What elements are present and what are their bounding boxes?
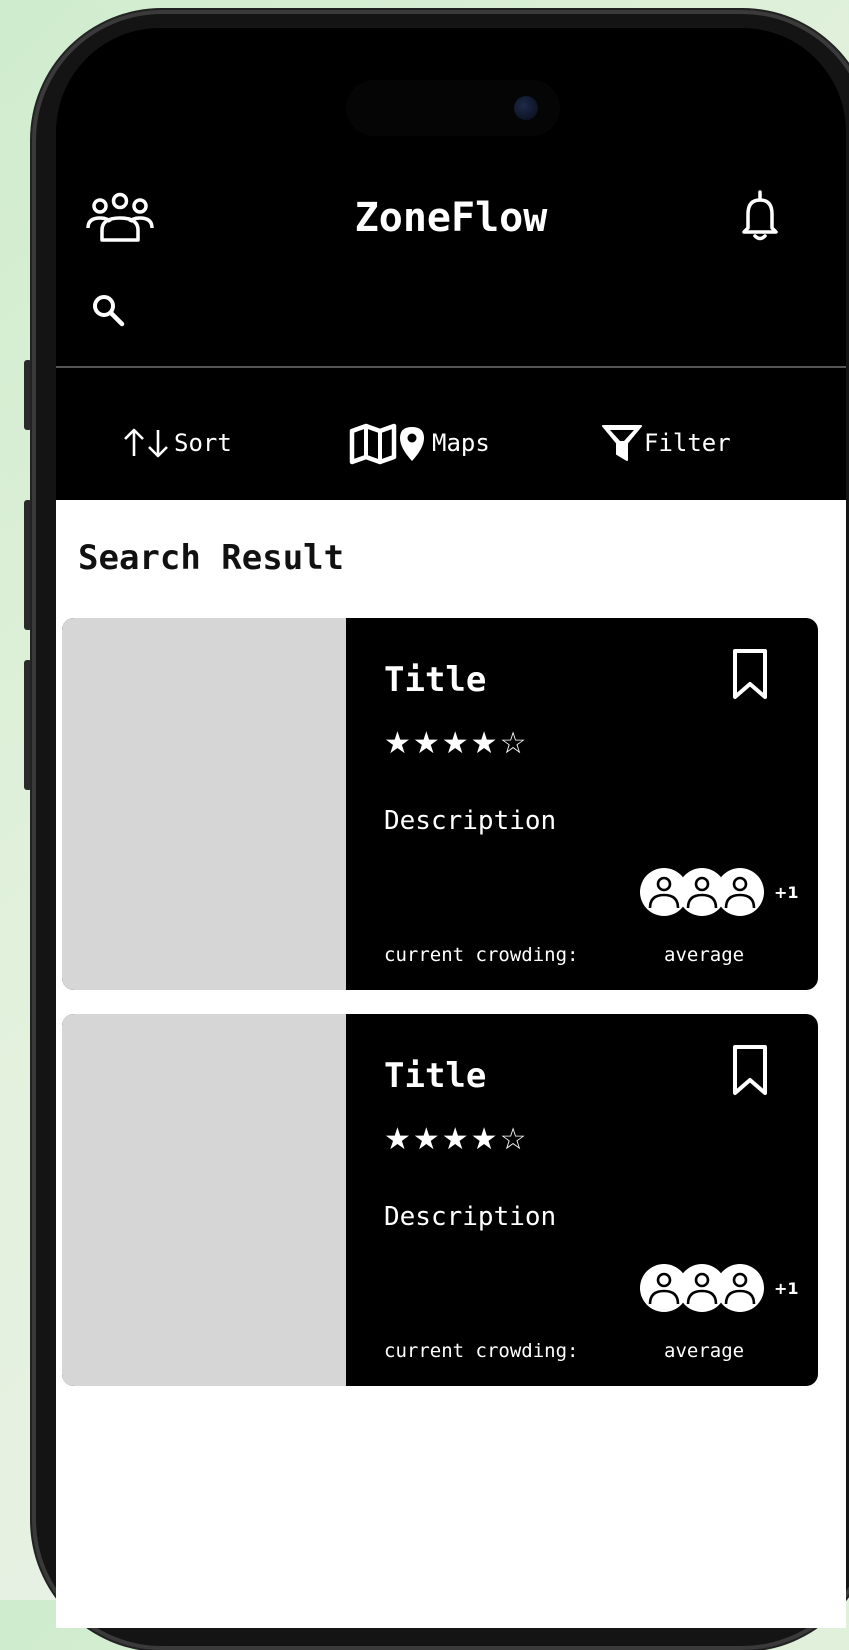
- result-card[interactable]: Title ★★★★☆ Description +1 current crowd…: [62, 618, 818, 990]
- header-divider: [56, 366, 846, 368]
- card-image-placeholder: [62, 1014, 346, 1386]
- phone-side-button: [24, 360, 32, 430]
- crowding-label: current crowding:: [384, 1340, 579, 1362]
- card-rating: ★★★★☆: [384, 726, 529, 761]
- search-result-heading: Search Result: [78, 538, 345, 578]
- search-bar: [86, 286, 786, 336]
- card-rating: ★★★★☆: [384, 1122, 529, 1157]
- card-description: Description: [384, 806, 557, 836]
- filter-funnel-icon: [602, 425, 642, 461]
- search-icon[interactable]: [90, 292, 126, 328]
- filter-label: Filter: [644, 429, 731, 457]
- card-title: Title: [384, 1056, 487, 1096]
- bookmark-icon[interactable]: [730, 648, 770, 700]
- crowding-value: average: [664, 1340, 745, 1362]
- filter-button[interactable]: Filter: [600, 408, 731, 478]
- card-image-placeholder: [62, 618, 346, 990]
- bookmark-icon[interactable]: [730, 1044, 770, 1096]
- app-title: ZoneFlow: [354, 195, 548, 241]
- maps-label: Maps: [432, 429, 490, 457]
- app-header: ZoneFlow: [56, 178, 846, 258]
- result-card[interactable]: Title ★★★★☆ Description +1 current crowd…: [62, 1014, 818, 1386]
- front-camera: [514, 96, 538, 120]
- maps-button[interactable]: Maps: [348, 408, 490, 478]
- phone-screen: ZoneFlow Sort Maps Filter Search Result …: [56, 28, 846, 1628]
- phone-volume-down: [24, 660, 32, 790]
- dynamic-island: [346, 80, 560, 136]
- results-area: Search Result Title ★★★★☆ Description +1…: [56, 500, 846, 1628]
- crowding-value: average: [664, 944, 745, 966]
- crowd-extra-count: +1: [774, 883, 799, 902]
- sort-label: Sort: [174, 429, 232, 457]
- toolbar: Sort Maps Filter: [56, 408, 846, 478]
- crowding-label: current crowding:: [384, 944, 579, 966]
- sort-arrows-icon: [124, 428, 168, 458]
- crowd-extra-count: +1: [774, 1279, 799, 1298]
- card-description: Description: [384, 1202, 557, 1232]
- card-title: Title: [384, 660, 487, 700]
- search-input[interactable]: [146, 290, 750, 332]
- map-pin-icon: [349, 423, 424, 465]
- phone-volume-up: [24, 500, 32, 630]
- sort-button[interactable]: Sort: [120, 408, 232, 478]
- bell-icon[interactable]: [740, 188, 780, 244]
